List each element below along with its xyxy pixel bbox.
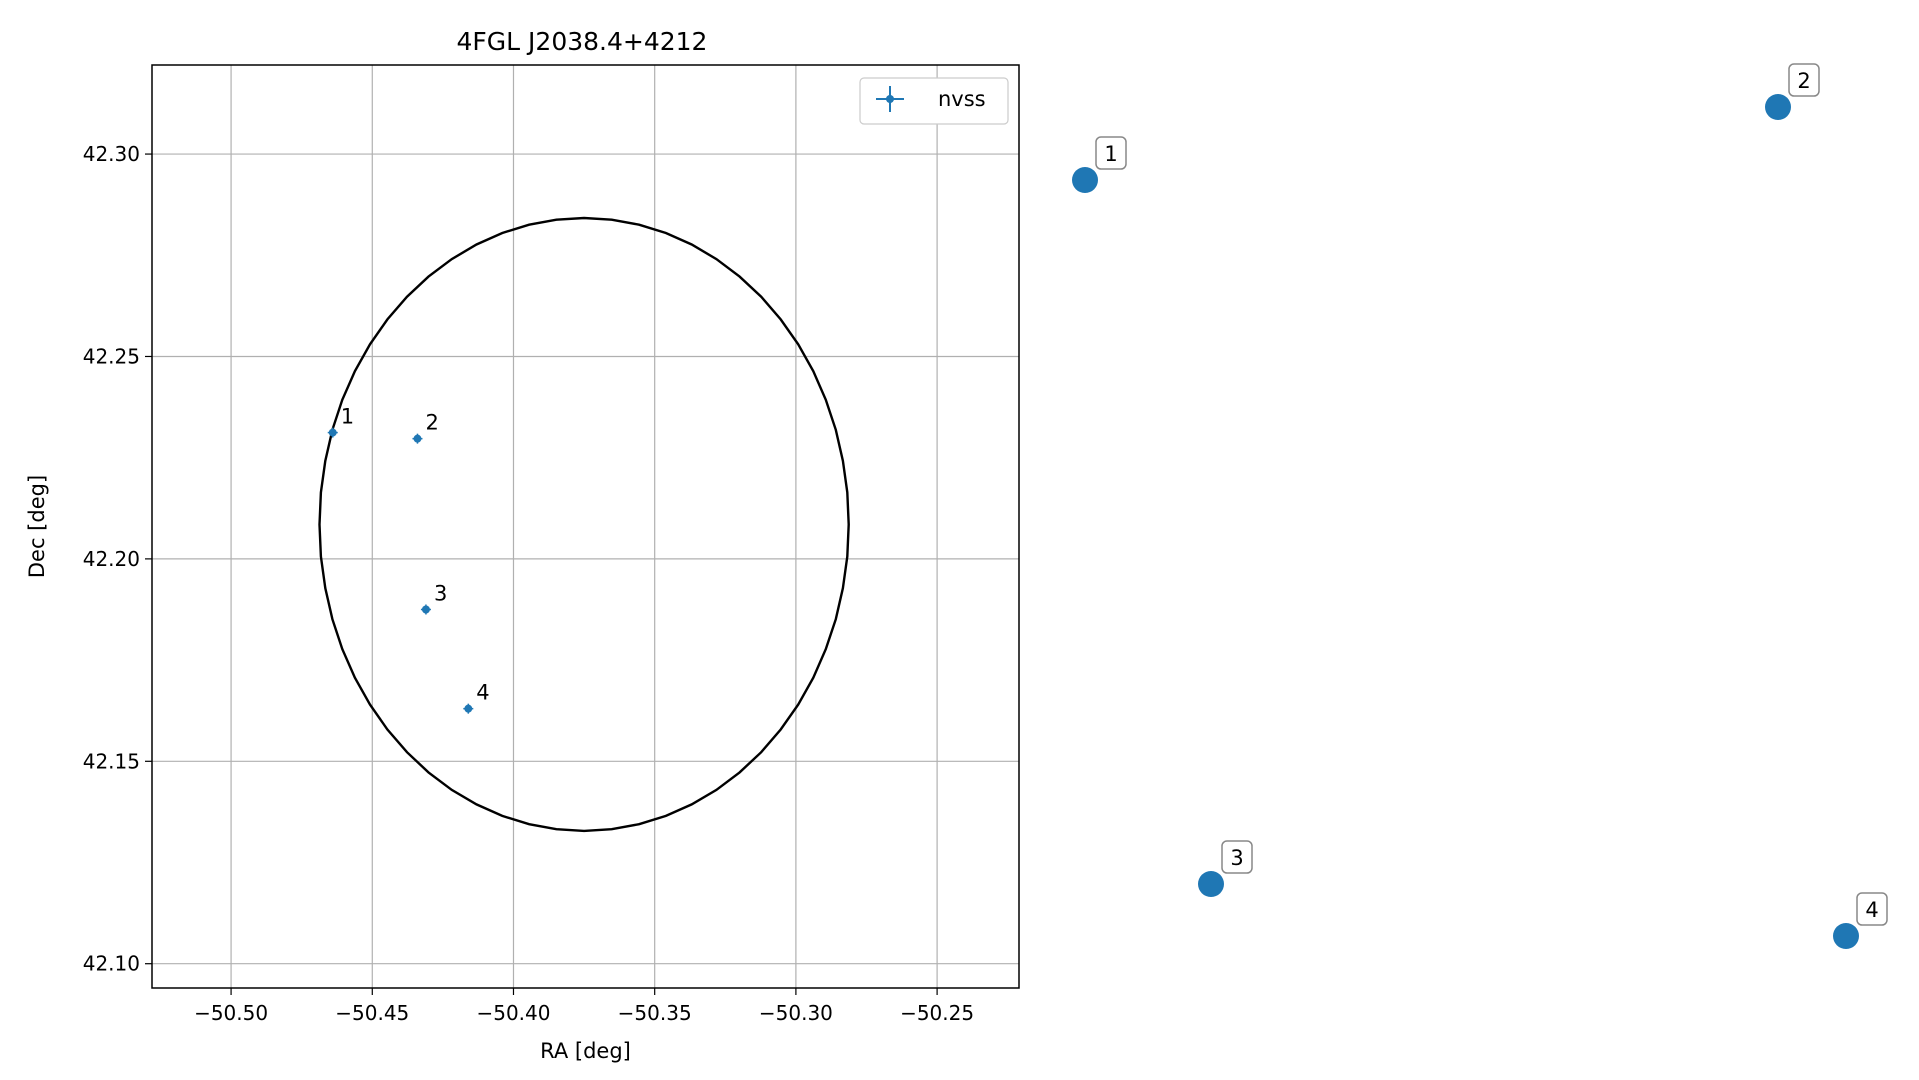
side-marker-label: 3 xyxy=(1230,846,1243,870)
data-point xyxy=(421,605,430,614)
side-marker-dot xyxy=(1833,923,1859,949)
x-tick-label: −50.30 xyxy=(759,1001,833,1025)
y-tick-label: 42.10 xyxy=(83,952,140,976)
side-marker-label: 4 xyxy=(1865,898,1878,922)
side-marker-dot xyxy=(1765,94,1791,120)
chart-title: 4FGL J2038.4+4212 xyxy=(457,27,708,56)
chart: 4FGL J2038.4+4212 1 2 3 4 −50.50 −50.45 −50.4… xyxy=(25,27,1888,1063)
side-markers: 1 2 3 4 xyxy=(1072,63,1888,949)
x-tick-label: −50.35 xyxy=(618,1001,692,1025)
y-tick-label: 42.15 xyxy=(83,749,140,773)
data-point xyxy=(413,434,422,443)
y-axis-label: Dec [deg] xyxy=(25,475,49,578)
point-label: 2 xyxy=(425,411,438,435)
x-tick-label: −50.25 xyxy=(900,1001,974,1025)
grid xyxy=(152,65,1019,988)
point-label: 1 xyxy=(341,405,354,429)
legend-box xyxy=(859,77,1009,125)
legend-dot xyxy=(886,95,894,103)
data-point xyxy=(464,704,473,713)
point-label: 3 xyxy=(434,581,447,605)
side-marker-label: 1 xyxy=(1104,142,1117,166)
side-marker-dot xyxy=(1198,871,1224,897)
error-ellipse-layer xyxy=(318,216,850,833)
axis-ticks: −50.50 −50.45 −50.40 −50.35 −50.30 −50.25 42.1… xyxy=(83,142,974,1025)
legend-entry-nvss: nvss xyxy=(938,87,986,111)
side-marker-dot xyxy=(1072,167,1098,193)
plot-frame xyxy=(151,64,1020,989)
side-marker-label: 2 xyxy=(1797,69,1810,93)
x-tick-label: −50.50 xyxy=(194,1001,268,1025)
y-tick-label: 42.25 xyxy=(83,344,140,368)
legend: nvss xyxy=(859,77,1009,125)
point-label: 4 xyxy=(476,681,489,705)
x-axis-label: RA [deg] xyxy=(540,1039,631,1063)
y-tick-label: 42.20 xyxy=(83,547,140,571)
data-point xyxy=(328,428,337,437)
x-tick-label: −50.45 xyxy=(335,1001,409,1025)
y-tick-label: 42.30 xyxy=(83,142,140,166)
x-tick-label: −50.40 xyxy=(476,1001,550,1025)
error-ellipse xyxy=(318,216,850,833)
